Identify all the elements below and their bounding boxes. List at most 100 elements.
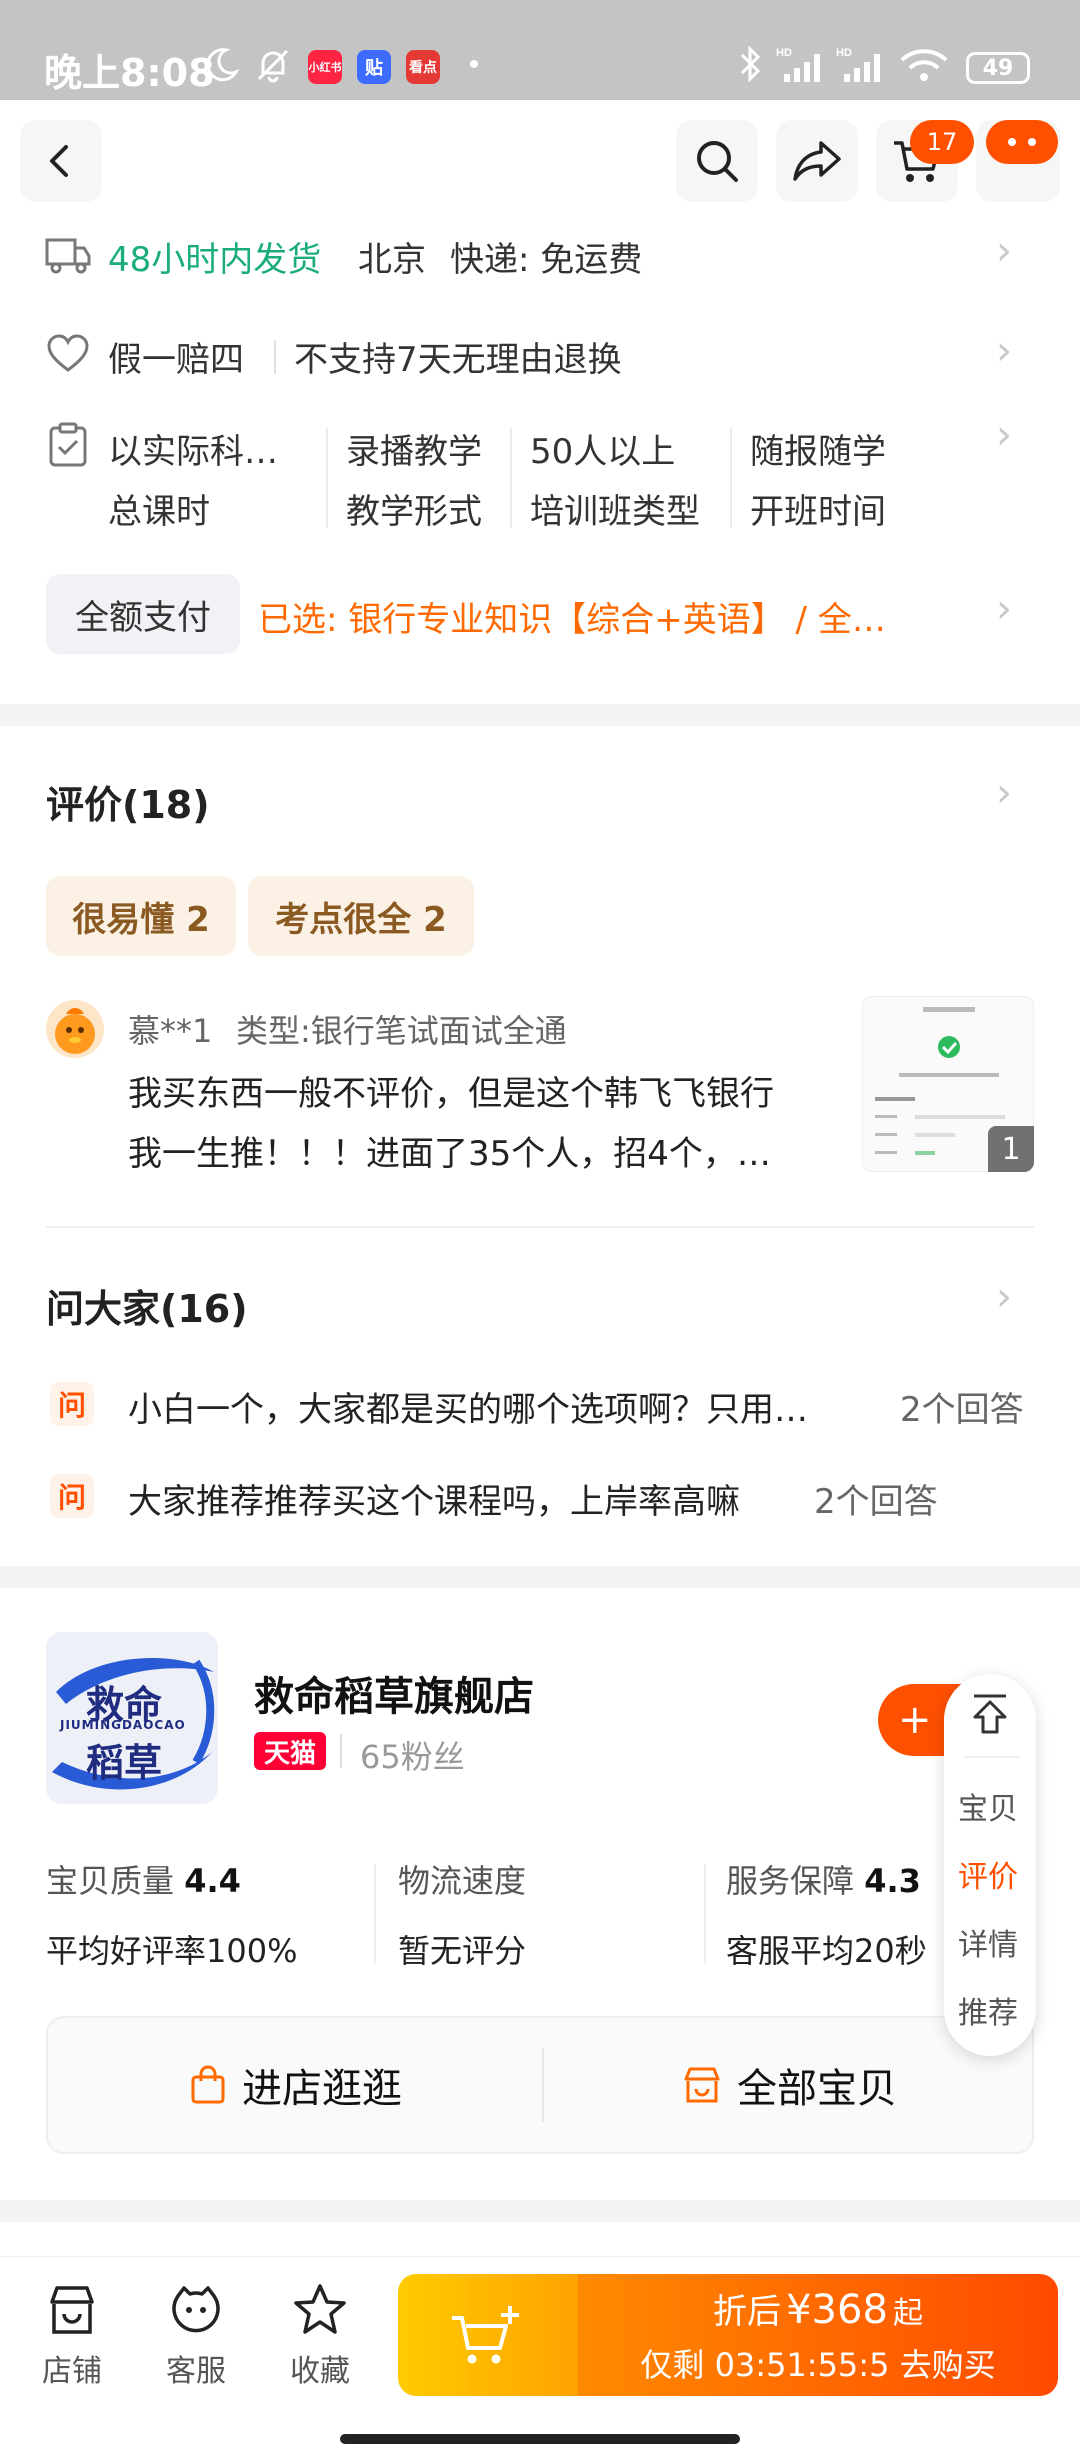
logo-text: 稻草 [86, 1741, 163, 1785]
buy-label: 去购买 [899, 2346, 996, 2384]
status-bar: 晚上8:08 小红书 贴 看点 HD HD 49 [0, 0, 1080, 100]
service-icon [172, 2286, 220, 2333]
moon-icon [206, 48, 240, 82]
signal-2-icon: HD [836, 47, 880, 82]
qa-title: 问大家(16) [46, 1287, 248, 1331]
buy-button[interactable]: 折后 ¥368 起 仅剩 03:51:55:5 去购买 [398, 2274, 1058, 2396]
cart-count-badge: 17 [910, 120, 974, 164]
sku-selection-row[interactable]: 全额支付 已选: 银行专业知识【综合+英语】 / 全… › [0, 570, 1080, 658]
reviews-header[interactable]: 评价(18) › [0, 726, 1080, 830]
course-params-row[interactable]: 以实际科… 总课时 录播教学 教学形式 50人以上 培训班类型 随报随学 开班时… [0, 410, 1080, 540]
qa-answer-count: 2个回答 [900, 1390, 1024, 1430]
stat-score: 4.3 [864, 1862, 921, 1900]
star-icon [294, 2284, 346, 2334]
xiaohongshu-app-icon: 小红书 [308, 50, 342, 84]
truck-icon [45, 238, 91, 274]
param-label: 培训班类型 [530, 492, 700, 532]
chevron-right-icon: › [996, 1274, 1012, 1320]
more-icon[interactable] [986, 120, 1058, 164]
fast-shipping-label: 48小时内发货 [108, 240, 322, 280]
express-fee: 快递: 免运费 [450, 240, 643, 280]
stat-sub: 平均好评率100% [46, 1932, 298, 1970]
float-nav-item[interactable]: 详情 [958, 1920, 1018, 1964]
back-button[interactable] [20, 120, 102, 202]
kandian-app-icon: 看点 [406, 50, 440, 84]
shop-logo[interactable]: 救命 JIUMINGDAOCAO 稻草 [46, 1632, 218, 1804]
param-value: 录播教学 [346, 432, 482, 472]
back-to-top-button[interactable] [966, 1690, 1014, 1738]
guarantee-main: 假一赔四 [108, 340, 244, 380]
float-nav-item[interactable]: 推荐 [958, 1988, 1018, 2032]
add-to-cart-button[interactable] [398, 2274, 578, 2396]
divider [964, 1756, 1020, 1758]
share-button[interactable] [776, 120, 858, 202]
guarantee-row[interactable]: 假一赔四 不支持7天无理由退换 › [0, 318, 1080, 394]
stat-label: 宝贝质量 4.4 [46, 1856, 241, 1902]
review-tag[interactable]: 很易懂 2 [46, 876, 236, 956]
home-indicator[interactable] [340, 2434, 740, 2444]
stat-label-text: 宝贝质量 [46, 1862, 175, 1900]
clipboard-icon [49, 422, 87, 467]
review-item[interactable]: 慕**1 类型:银行笔试面试全通 我买东西一般不评价，但是这个韩飞飞银行 我一生… [0, 996, 1080, 1196]
store-tab-label: 店铺 [42, 2354, 102, 2389]
qa-question: 小白一个，大家都是买的哪个选项啊？只用… [128, 1390, 808, 1430]
store-icon [50, 2286, 94, 2334]
param-label: 教学形式 [346, 492, 482, 532]
enter-store-label: 进店逛逛 [242, 2066, 402, 2112]
reviews-title: 评价(18) [46, 783, 210, 827]
qa-question: 大家推荐推荐买这个课程吗，上岸率高嘛 [128, 1482, 740, 1522]
status-time: 晚上8:08 [44, 51, 215, 95]
store-tab[interactable]: 店铺 [22, 2282, 122, 2390]
qa-answer-count: 2个回答 [814, 1482, 938, 1522]
float-nav-item-active[interactable]: 评价 [958, 1852, 1018, 1896]
section-divider [0, 1566, 1080, 1588]
shop-fans: 65粉丝 [360, 1738, 465, 1776]
countdown-line: 仅剩 03:51:55:5 去购买 [578, 2340, 1058, 2386]
chevron-right-icon: › [996, 328, 1012, 374]
tmall-badge: 天猫 [254, 1732, 326, 1770]
divider [730, 428, 732, 528]
logo-pinyin: JIUMINGDAOCAO [60, 1718, 186, 1732]
param-label: 总课时 [108, 492, 210, 532]
shop-name[interactable]: 救命稻草旗舰店 [254, 1664, 534, 1722]
price: ¥368 [786, 2287, 888, 2333]
float-nav-item[interactable]: 宝贝 [958, 1784, 1018, 1828]
chevron-right-icon: › [996, 228, 1012, 274]
param-value: 随报随学 [750, 432, 886, 472]
enter-store-button[interactable]: 进店逛逛 [48, 2018, 542, 2152]
stat-sub: 客服平均20秒 [726, 1932, 927, 1970]
wifi-icon [900, 49, 948, 81]
stat-sub: 暂无评分 [398, 1932, 527, 1970]
qa-item[interactable]: 问 大家推荐推荐买这个课程吗，上岸率高嘛 2个回答 [0, 1464, 1080, 1528]
add-cart-icon [452, 2306, 519, 2364]
image-count-badge: 1 [988, 1126, 1034, 1172]
stat-score: 4.4 [184, 1862, 241, 1900]
chevron-right-icon: › [996, 412, 1012, 458]
search-button[interactable] [676, 120, 758, 202]
param-value: 以实际科… [108, 432, 278, 472]
stat-label-text: 服务保障 [726, 1862, 855, 1900]
tieba-app-icon: 贴 [357, 50, 391, 84]
reviewer-name: 慕**1 [128, 1012, 213, 1050]
qa-header[interactable]: 问大家(16) › [0, 1256, 1080, 1356]
back-icon [50, 145, 68, 177]
review-tag[interactable]: 考点很全 2 [248, 876, 474, 956]
review-text-line: 我一生推！！！进面了35个人，招4个，… [128, 1134, 771, 1174]
service-tab[interactable]: 客服 [146, 2282, 246, 2390]
param-label: 开班时间 [750, 492, 886, 532]
bluetooth-icon [740, 45, 761, 83]
chevron-right-icon: › [996, 770, 1012, 816]
price-suffix: 起 [892, 2296, 923, 2331]
divider [704, 1864, 706, 1964]
stat-label: 服务保障 4.3 [726, 1856, 921, 1902]
price-line: 折后 ¥368 起 [578, 2284, 1058, 2333]
buy-now-button[interactable]: 折后 ¥368 起 仅剩 03:51:55:5 去购买 [578, 2274, 1058, 2396]
payment-type-chip[interactable]: 全额支付 [46, 574, 240, 654]
ship-location: 北京 [358, 240, 426, 280]
shipping-row[interactable]: 48小时内发货 北京 快递: 免运费 › [0, 218, 1080, 294]
bell-off-icon [257, 49, 289, 83]
favorite-tab[interactable]: 收藏 [270, 2282, 370, 2390]
favorite-tab-label: 收藏 [290, 2354, 350, 2389]
qa-item[interactable]: 问 小白一个，大家都是买的哪个选项啊？只用… 2个回答 [0, 1372, 1080, 1436]
return-policy: 不支持7天无理由退换 [294, 340, 622, 380]
